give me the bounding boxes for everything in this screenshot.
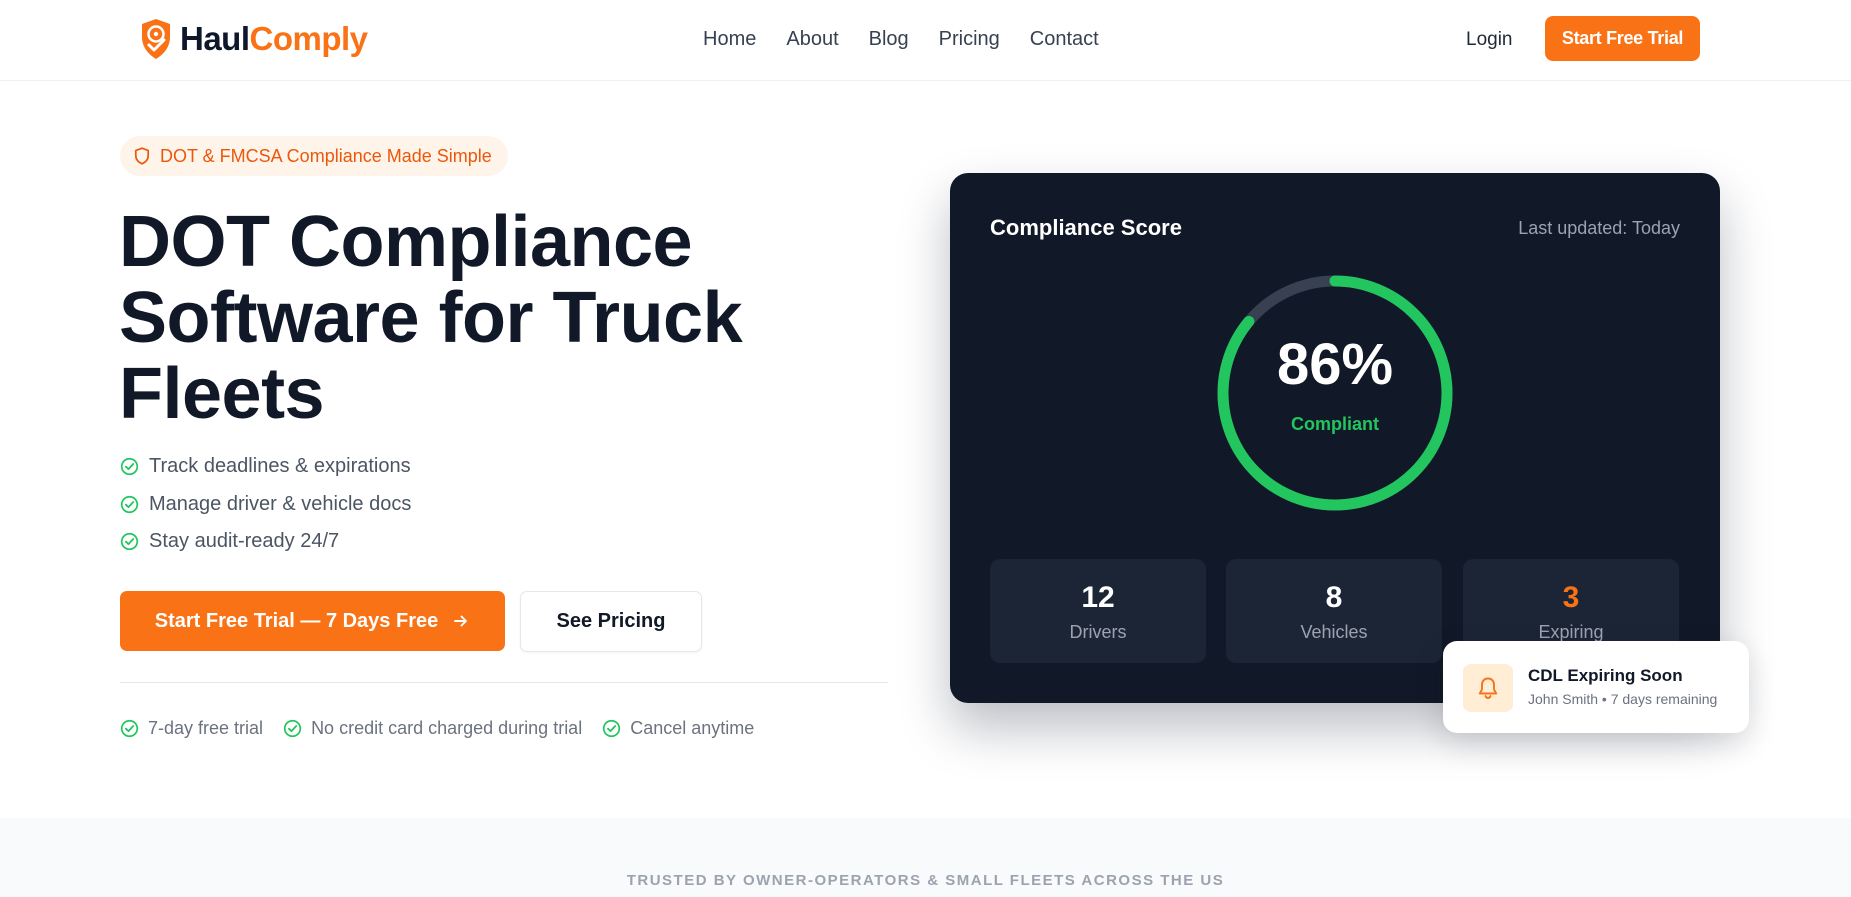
start-free-trial-label: Start Free Trial — 7 Days Free xyxy=(154,609,439,632)
bell-icon xyxy=(1478,677,1498,699)
shield-check-icon xyxy=(142,19,170,59)
perk-text: No credit card charged during trial xyxy=(311,717,583,738)
card-title: Compliance Score xyxy=(990,215,1182,240)
perk-list: 7-day free trial No credit card charged … xyxy=(120,713,754,743)
score-label: Compliant xyxy=(1291,414,1379,434)
expiry-notification[interactable]: CDL Expiring Soon John Smith • 7 days re… xyxy=(1443,641,1749,733)
site-header: HaulComply Home About Blog Pricing Conta… xyxy=(0,0,1851,81)
check-circle-icon xyxy=(603,719,621,737)
check-circle-icon xyxy=(120,458,139,476)
trusted-text: TRUSTED BY OWNER-OPERATORS & SMALL FLEET… xyxy=(626,872,1225,889)
check-circle-icon xyxy=(120,495,139,513)
last-updated: Last updated: Today xyxy=(1518,218,1680,238)
list-item: No credit card charged during trial xyxy=(283,713,582,743)
compliance-badge: DOT & FMCSA Compliance Made Simple xyxy=(120,136,508,176)
stat-label: Vehicles xyxy=(1300,622,1368,642)
list-item: Manage driver & vehicle docs xyxy=(120,486,411,524)
stat-vehicles: 8 Vehicles xyxy=(1226,559,1442,663)
logo-text: HaulComply xyxy=(180,20,368,57)
check-circle-icon xyxy=(283,719,302,737)
see-pricing-button[interactable]: See Pricing xyxy=(520,591,702,652)
nav-contact[interactable]: Contact xyxy=(1030,24,1099,54)
stat-drivers: 12 Drivers xyxy=(990,559,1206,663)
start-trial-button[interactable]: Start Free Trial xyxy=(1545,16,1700,61)
perk-text: 7-day free trial xyxy=(148,717,264,738)
logo[interactable]: HaulComply xyxy=(138,16,368,62)
divider xyxy=(120,682,888,683)
check-circle-icon xyxy=(120,719,139,737)
start-free-trial-button[interactable]: Start Free Trial — 7 Days Free xyxy=(120,591,505,651)
stat-value: 3 xyxy=(1562,581,1580,614)
trusted-section: TRUSTED BY OWNER-OPERATORS & SMALL FLEET… xyxy=(0,818,1851,897)
notification-title: CDL Expiring Soon xyxy=(1528,666,1683,685)
feature-text: Track deadlines & expirations xyxy=(149,455,411,478)
shield-icon xyxy=(134,147,150,165)
list-item: 7-day free trial xyxy=(120,713,263,743)
score-value: 86% xyxy=(1276,332,1394,397)
stat-label: Expiring xyxy=(1538,622,1604,642)
nav-home[interactable]: Home xyxy=(703,24,756,54)
nav-blog[interactable]: Blog xyxy=(869,24,909,54)
nav-about[interactable]: About xyxy=(786,24,838,54)
list-item: Cancel anytime xyxy=(602,713,754,743)
stat-label: Drivers xyxy=(1069,622,1127,642)
hero-title: DOT Compliance Software for Truck Fleets xyxy=(119,202,743,434)
check-circle-icon xyxy=(120,533,139,551)
feature-text: Manage driver & vehicle docs xyxy=(149,492,412,515)
perk-text: Cancel anytime xyxy=(630,717,755,738)
list-item: Track deadlines & expirations xyxy=(120,448,411,486)
compliance-card: Compliance Score Last updated: Today 86%… xyxy=(950,173,1720,703)
stat-value: 8 xyxy=(1325,581,1343,614)
notification-subtitle: John Smith • 7 days remaining xyxy=(1528,691,1718,707)
notification-icon-box xyxy=(1463,664,1513,712)
feature-text: Stay audit-ready 24/7 xyxy=(149,530,340,553)
main-nav: Home About Blog Pricing Contact xyxy=(703,24,1099,54)
nav-pricing[interactable]: Pricing xyxy=(939,24,1000,54)
feature-list: Track deadlines & expirations Manage dri… xyxy=(120,448,411,561)
list-item: Stay audit-ready 24/7 xyxy=(120,523,411,561)
badge-text: DOT & FMCSA Compliance Made Simple xyxy=(160,145,492,166)
arrow-right-icon xyxy=(454,615,468,627)
compliance-gauge: 86% Compliant xyxy=(1215,273,1455,513)
login-link[interactable]: Login xyxy=(1466,26,1513,54)
stat-value: 12 xyxy=(1081,581,1115,614)
